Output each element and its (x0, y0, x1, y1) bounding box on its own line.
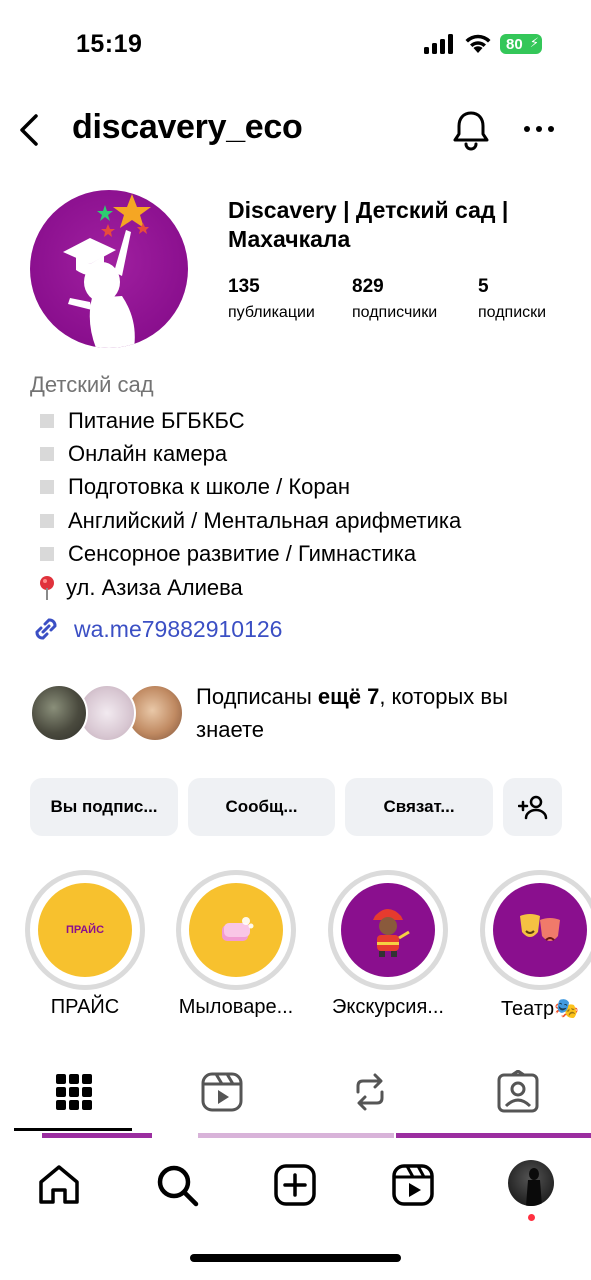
highlight-label: Экскурсия... (332, 996, 444, 1018)
person-silhouette-icon (526, 1168, 542, 1206)
highlight-cover (189, 883, 283, 977)
kindergarten-logo-icon (63, 194, 151, 348)
stat-followers-label: подписчики (352, 304, 438, 321)
reels-nav-icon[interactable] (390, 1162, 436, 1208)
content-tabs (0, 1060, 591, 1132)
link-icon (35, 618, 57, 640)
battery-indicator: 80 ⚡ (500, 34, 542, 54)
soap-icon (222, 917, 254, 941)
signal-icon (424, 34, 454, 54)
reels-icon[interactable] (200, 1070, 244, 1114)
profile-nav-avatar[interactable] (508, 1160, 554, 1206)
search-icon[interactable] (154, 1162, 200, 1208)
bio-line-text: Сенсорное развитие / Гимнастика (68, 541, 417, 567)
bio-link[interactable]: wa.me79882910126 (30, 612, 282, 646)
profile-avatar[interactable] (30, 190, 188, 348)
battery-level: 80 (506, 35, 523, 53)
square-bullet-icon (40, 413, 54, 428)
active-tab-indicator (14, 1128, 132, 1131)
firefighter-icon (373, 909, 410, 957)
bio-line: Питание БГБКБС (30, 404, 570, 437)
stat-posts-label: публикации (228, 304, 315, 321)
mutual-prefix: Подписаны (196, 684, 318, 709)
mutual-followers-text: Подписаны ещё 7, которых вы знаете (196, 680, 566, 746)
grid-icon[interactable] (52, 1070, 96, 1114)
profile-bio: Детский сад Питание БГБКБС Онлайн камера… (30, 372, 570, 604)
stat-following-label: подписки (478, 304, 547, 321)
profile-display-name: Discavery | Детский сад | Махачкала (228, 197, 509, 252)
location-pin-icon (40, 575, 54, 600)
profile-stats: 135 публикации 829 подписчики 5 подписки (228, 276, 578, 332)
post-grid-peek (0, 1133, 591, 1138)
bio-category: Детский сад (30, 372, 154, 397)
stat-following-value: 5 (478, 276, 489, 297)
theatre-masks-icon (520, 914, 560, 941)
bio-line: Сенсорное развитие / Гимнастика (30, 538, 570, 571)
create-post-icon[interactable] (272, 1162, 318, 1208)
highlight-cover (341, 883, 435, 977)
more-options-icon[interactable] (522, 114, 556, 144)
bio-line: Подготовка к школе / Коран (30, 471, 570, 504)
square-bullet-icon (40, 513, 54, 528)
tagged-icon[interactable] (496, 1070, 540, 1114)
bio-location: ул. Азиза Алиева (30, 571, 570, 604)
following-button[interactable]: Вы подпис... (30, 778, 178, 836)
stat-followers[interactable]: 829 подписчики (352, 276, 437, 322)
bio-link-text[interactable]: wa.me79882910126 (74, 616, 282, 643)
home-icon[interactable] (36, 1162, 82, 1208)
bio-line: Английский / Ментальная арифметика (30, 504, 570, 537)
add-user-icon (517, 795, 547, 820)
profile-header: discavery_eco (0, 100, 591, 160)
profile-actions: Вы подпис... Сообщ... Связат... (30, 778, 562, 836)
reposts-icon[interactable] (348, 1070, 392, 1114)
stat-posts-value: 135 (228, 276, 260, 297)
bio-location-text: ул. Азиза Алиева (66, 574, 243, 600)
highlight-cover: ПРАЙС (38, 883, 132, 977)
highlight-label: Мыловаре... (178, 996, 294, 1018)
bio-line-text: Английский / Ментальная арифметика (68, 507, 462, 533)
highlight-label: ПРАЙС (50, 996, 120, 1018)
highlight-cover (493, 883, 587, 977)
stat-followers-value: 829 (352, 276, 384, 297)
highlight-label: Театр🎭 (500, 998, 580, 1020)
notification-dot (528, 1214, 535, 1221)
wifi-icon (465, 34, 491, 53)
status-bar: 15:19 80 ⚡ (0, 0, 591, 90)
bio-line-text: Онлайн камера (68, 441, 228, 467)
square-bullet-icon (40, 480, 54, 495)
charging-bolt-icon: ⚡ (529, 35, 539, 50)
suggest-users-button[interactable] (503, 778, 562, 836)
status-time: 15:19 (76, 30, 143, 58)
square-bullet-icon (40, 447, 54, 462)
home-indicator (190, 1254, 401, 1262)
mutual-avatar (30, 684, 88, 742)
back-arrow-icon[interactable] (14, 110, 44, 150)
bio-line-text: Питание БГБКБС (68, 407, 245, 433)
highlight-cover-text: ПРАЙС (65, 924, 105, 936)
profile-username: discavery_eco (72, 108, 303, 146)
mutual-followers[interactable]: Подписаны ещё 7, которых вы знаете (30, 680, 570, 746)
stat-posts[interactable]: 135 публикации (228, 276, 315, 322)
mutual-count: ещё 7 (317, 684, 380, 709)
story-highlights: ПРАЙС ПРАЙС Мыловаре... Экскурсия... Теа… (0, 870, 591, 1030)
bio-line-text: Подготовка к школе / Коран (68, 474, 350, 500)
bell-icon[interactable] (450, 108, 492, 152)
contact-button[interactable]: Связат... (345, 778, 493, 836)
bio-line: Онлайн камера (30, 437, 570, 470)
message-button[interactable]: Сообщ... (188, 778, 335, 836)
bottom-navigation (0, 1150, 591, 1230)
square-bullet-icon (40, 547, 54, 562)
stat-following[interactable]: 5 подписки (478, 276, 546, 322)
